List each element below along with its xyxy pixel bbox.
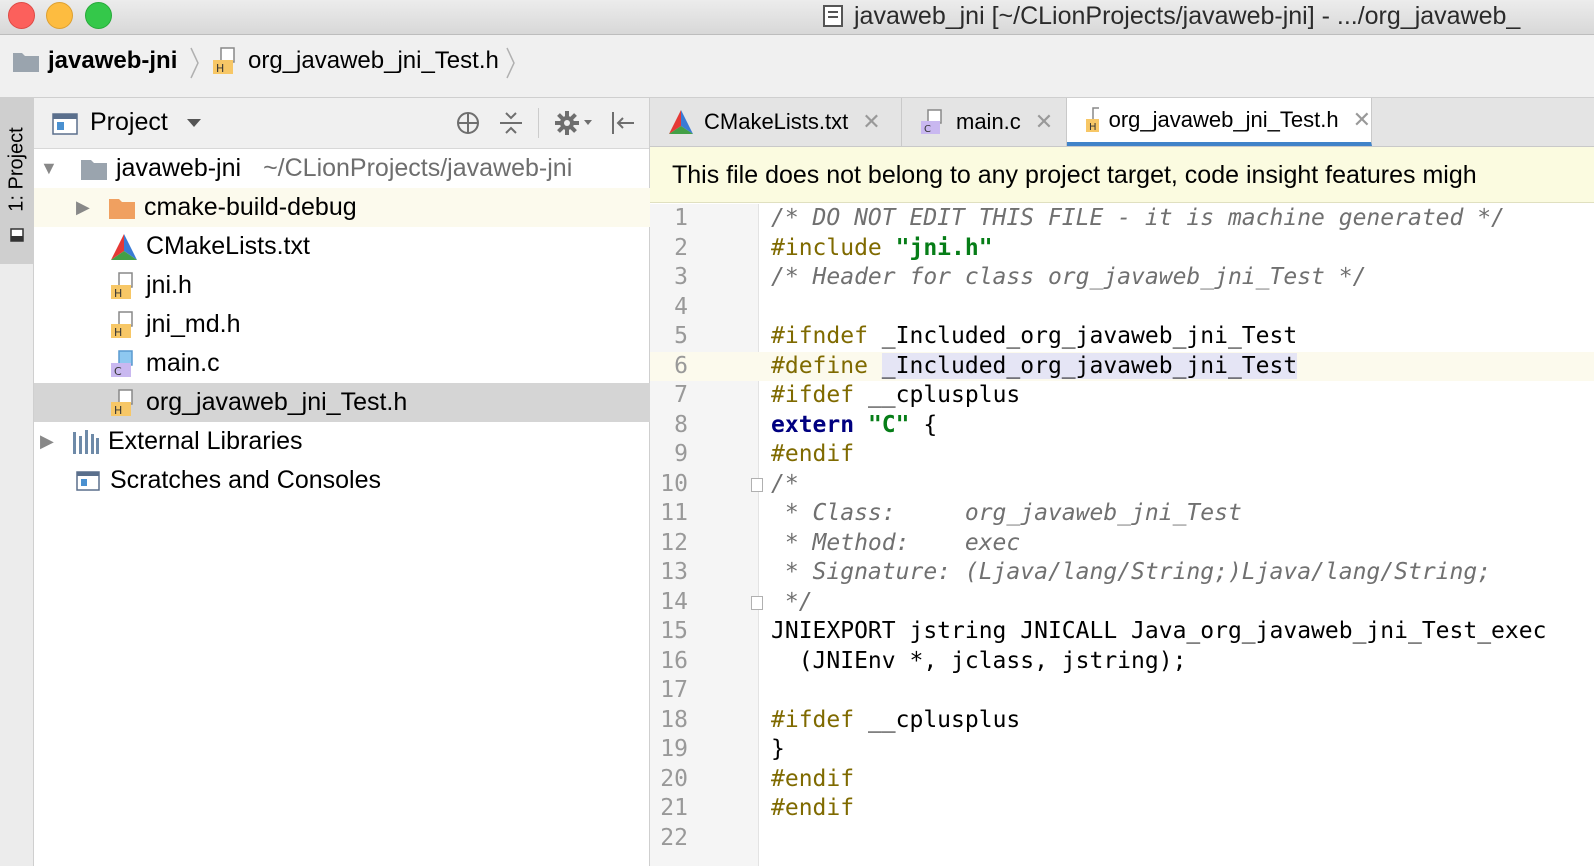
breadcrumb-chevron-icon [190, 47, 199, 79]
folder-icon [109, 198, 135, 219]
cmake-icon [111, 233, 137, 260]
notification-banner: This file does not belong to any project… [650, 147, 1594, 203]
code-line: 8 extern "C" { [674, 411, 938, 438]
tool-window-stripe: 1: Project [0, 98, 34, 866]
code-line: 18 #ifdef __cplusplus [660, 706, 1021, 733]
project-tool-button[interactable]: 1: Project [0, 98, 33, 264]
tab-main-c[interactable]: C main.c ✕ [902, 98, 1067, 146]
close-window-button[interactable] [8, 2, 35, 29]
scratches-icon [76, 470, 100, 491]
collapse-all-icon[interactable] [498, 110, 524, 136]
tree-item-cmake-build-debug[interactable]: ▶ cmake-build-debug [34, 188, 691, 227]
svg-text:C: C [924, 124, 931, 135]
header-file-icon: H [111, 388, 133, 417]
breadcrumb-file[interactable]: H org_javaweb_jni_Test.h [212, 47, 499, 75]
document-icon [823, 5, 843, 27]
svg-text:H: H [114, 326, 122, 339]
zoom-window-button[interactable] [85, 2, 112, 29]
tree-item-project-root[interactable]: ▼ javaweb-jni ~/CLionProjects/javaweb-jn… [34, 149, 655, 188]
code-line-current: 6 #define _Included_org_javaweb_jni_Test [650, 351, 1594, 381]
libraries-icon [73, 429, 99, 454]
window-title: javaweb_jni [~/CLionProjects/javaweb-jni… [854, 1, 1521, 30]
code-line: 7 #ifdef __cplusplus [674, 382, 1021, 408]
collapsed-arrow-icon[interactable]: ▶ [76, 197, 98, 218]
tab-org-javaweb-jni-test-h[interactable]: H org_javaweb_jni_Test.h ✕ [1067, 98, 1372, 146]
project-panel-header: Project [34, 98, 649, 149]
svg-text:H: H [216, 62, 224, 75]
breadcrumb-project[interactable]: javaweb-jni [12, 47, 177, 75]
close-tab-icon[interactable]: ✕ [862, 109, 880, 135]
tree-item-external-libraries[interactable]: ▶ External Libraries [34, 422, 655, 461]
close-tab-icon[interactable]: ✕ [1353, 107, 1371, 133]
minimize-window-button[interactable] [46, 2, 73, 29]
code-line: 12 * Method: exec [660, 529, 1021, 556]
fold-marker-icon[interactable] [751, 596, 763, 610]
code-line: 5 #ifndef _Included_org_javaweb_jni_Test [674, 323, 1298, 349]
code-line: 14 */ [660, 588, 813, 615]
header-file-icon: H [111, 310, 133, 339]
hide-panel-icon[interactable] [610, 110, 636, 136]
code-line: 16 (JNIEnv *, jclass, jstring); [660, 647, 1187, 674]
code-line: 17 [660, 677, 688, 703]
tree-item-jni-h[interactable]: H jni.h [34, 266, 725, 305]
locate-icon[interactable] [455, 110, 481, 136]
code-line: 21 #endif [660, 795, 855, 821]
svg-text:C: C [114, 365, 122, 378]
gear-icon[interactable] [554, 110, 594, 136]
fold-marker-icon[interactable] [751, 478, 763, 492]
editor-tabs: CMakeLists.txt ✕ C main.c ✕ H org_javawe… [650, 98, 1594, 147]
tree-item-cmakelists[interactable]: CMakeLists.txt [34, 227, 725, 266]
code-line: 3/* Header for class org_javaweb_jni_Tes… [674, 264, 1367, 290]
code-line: 1/* DO NOT EDIT THIS FILE - it is machin… [674, 205, 1505, 231]
code-line: 22 [660, 824, 688, 851]
editor-area: CMakeLists.txt ✕ C main.c ✕ H org_javawe… [650, 98, 1594, 866]
tree-item-scratches-and-consoles[interactable]: Scratches and Consoles [34, 461, 689, 500]
folder-icon [81, 159, 107, 180]
c-file-icon: C [921, 109, 942, 135]
collapsed-arrow-icon[interactable]: ▶ [40, 431, 62, 452]
code-line: 9 #endif [674, 441, 855, 467]
code-line: 2 #include "jni.h" [674, 234, 993, 261]
header-file-icon: H [213, 47, 235, 75]
header-file-icon: H [1086, 107, 1099, 133]
project-panel: Project ▼ javaweb-jni ~/CLionProjects/ja… [34, 98, 725, 866]
navigation-bar: javaweb-jni H org_javaweb_jni_Test.h [0, 35, 1594, 98]
title-bar: javaweb_jni [~/CLionProjects/javaweb-jni… [0, 0, 1594, 35]
toolbar-divider [538, 108, 539, 138]
code-line: 13 * Signature: (Ljava/lang/String;)Ljav… [660, 559, 1492, 585]
code-line: 11 * Class: org_javaweb_jni_Test [660, 500, 1242, 526]
close-tab-icon[interactable]: ✕ [1035, 109, 1053, 135]
svg-text:H: H [114, 287, 122, 300]
code-line: 15 JNIEXPORT jstring JNICALL Java_org_jav… [660, 618, 1547, 644]
code-line: 4 [674, 293, 688, 320]
tree-item-jni-md-h[interactable]: H jni_md.h [34, 305, 725, 344]
code-line: 10/* [660, 470, 799, 497]
cmake-icon [669, 110, 693, 134]
code-line: 19} [660, 736, 785, 762]
dropdown-arrow-icon [186, 118, 201, 127]
tool-window-icon [10, 228, 24, 242]
project-view-selector[interactable]: Project [52, 108, 202, 137]
tab-cmakelists[interactable]: CMakeLists.txt ✕ [650, 98, 902, 146]
code-line: 20 #endif [660, 765, 855, 792]
project-view-icon [52, 112, 78, 135]
tree-item-main-c[interactable]: C main.c [34, 344, 725, 383]
svg-text:H: H [114, 404, 122, 417]
expanded-arrow-icon[interactable]: ▼ [40, 158, 62, 179]
tree-item-org-javaweb-jni-test-h[interactable]: H org_javaweb_jni_Test.h [34, 383, 725, 422]
svg-text:H: H [1089, 122, 1097, 133]
folder-icon [13, 53, 39, 72]
header-file-icon: H [111, 271, 133, 300]
breadcrumb-chevron-icon [506, 47, 515, 79]
c-file-icon: C [111, 349, 133, 378]
